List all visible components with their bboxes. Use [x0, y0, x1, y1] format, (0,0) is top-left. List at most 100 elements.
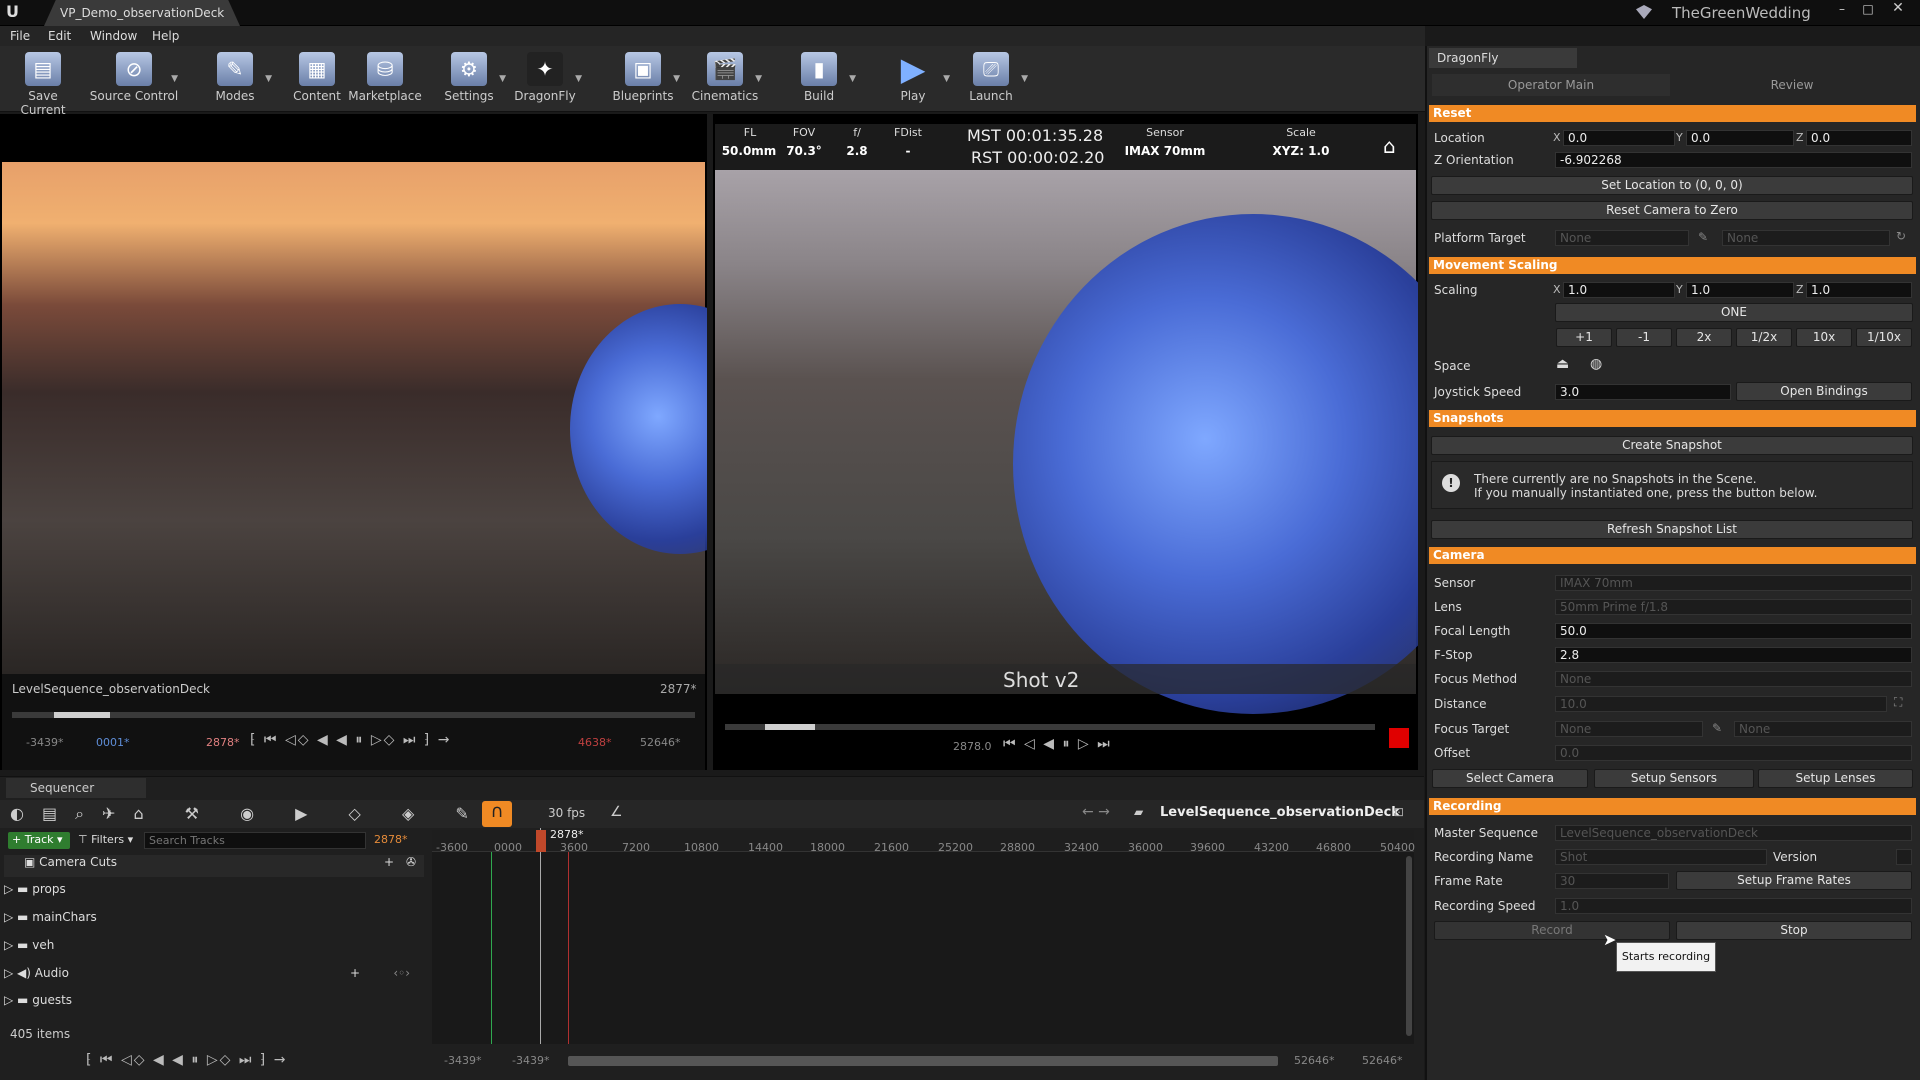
- world-space-icon[interactable]: ◍: [1590, 356, 1602, 372]
- scaling-y-field[interactable]: 1.0: [1686, 282, 1794, 298]
- camera-transport-controls[interactable]: ⏮ ◁ ◀ ⏸ ▷ ⏭: [1003, 736, 1112, 752]
- set-location-button[interactable]: Set Location to (0, 0, 0): [1431, 176, 1913, 195]
- scale-half-button[interactable]: 1/2x: [1736, 328, 1792, 347]
- focus-eyedropper-icon[interactable]: ✎: [1712, 721, 1722, 735]
- playhead-handle[interactable]: [536, 830, 546, 852]
- scale-2x-button[interactable]: 2x: [1676, 328, 1732, 347]
- document-tab[interactable]: VP_Demo_observationDeck: [44, 0, 240, 26]
- blueprints-button[interactable]: ▣ Blueprints ▼: [604, 50, 682, 108]
- dragonfly-button[interactable]: ✦ DragonFly ▼: [506, 50, 584, 108]
- version-field[interactable]: [1896, 849, 1912, 865]
- frame-rate-select[interactable]: 30: [1555, 873, 1669, 889]
- distance-field[interactable]: 10.0: [1555, 696, 1887, 712]
- timeline-area[interactable]: [432, 830, 1414, 1044]
- local-space-icon[interactable]: ⏏: [1556, 356, 1569, 372]
- lock-icon[interactable]: ⊡: [1394, 805, 1404, 819]
- create-snapshot-button[interactable]: Create Snapshot: [1431, 436, 1913, 455]
- menu-edit[interactable]: Edit: [48, 29, 71, 43]
- menu-help[interactable]: Help: [152, 29, 179, 43]
- search-tracks-input[interactable]: [144, 832, 366, 849]
- record-button[interactable]: Record: [1434, 921, 1670, 940]
- track-veh[interactable]: ▷ ▬ veh: [4, 938, 424, 960]
- cinematics-button[interactable]: 🎬 Cinematics ▼: [686, 50, 764, 108]
- track-guests[interactable]: ▷ ▬ guests: [4, 993, 424, 1015]
- range-scrollbar[interactable]: [568, 1056, 1278, 1066]
- settings-button[interactable]: ⚙ Settings ▼: [430, 50, 508, 108]
- transport-controls[interactable]: ⁅ ⏮ ◁◇ ◀ ◀ ⏸ ▷◇ ⏭ ⁆ →: [250, 732, 452, 748]
- filters-button[interactable]: ⊤ Filters ▾: [78, 833, 133, 846]
- lens-select[interactable]: 50mm Prime f/1.8: [1555, 599, 1912, 615]
- camera-viewport[interactable]: FL 50.0mm FOV 70.3° f/ 2.8 FDist - MST 0…: [713, 114, 1418, 770]
- sequencer-transport[interactable]: ⁅ ⏮ ◁◇ ◀ ◀ ⏸ ▷◇ ⏭ ⁆ →: [86, 1052, 288, 1068]
- section-camera[interactable]: Camera: [1429, 547, 1916, 564]
- track-camera-cuts[interactable]: ▣ Camera Cuts + ✇: [4, 855, 424, 877]
- focus-target-select[interactable]: None: [1555, 721, 1703, 737]
- sequence-breadcrumb[interactable]: LevelSequence_observationDeck: [1160, 805, 1400, 820]
- scaling-one-button[interactable]: ONE: [1555, 303, 1913, 322]
- reset-camera-button[interactable]: Reset Camera to Zero: [1431, 201, 1913, 220]
- track-audio[interactable]: ▷ ◀) Audio + ‹◦›: [4, 966, 424, 988]
- camera-scrub-bar[interactable]: [725, 724, 1375, 730]
- offset-field[interactable]: 0.0: [1555, 745, 1912, 761]
- setup-lenses-button[interactable]: Setup Lenses: [1758, 769, 1913, 788]
- maximize-icon[interactable]: □: [1858, 2, 1878, 18]
- menu-window[interactable]: Window: [90, 29, 137, 43]
- menu-file[interactable]: File: [10, 29, 30, 43]
- open-bindings-button[interactable]: Open Bindings: [1736, 382, 1912, 401]
- close-icon[interactable]: ✕: [1886, 0, 1910, 18]
- content-button[interactable]: ▦ Content: [278, 50, 356, 108]
- scaling-x-field[interactable]: 1.0: [1563, 282, 1675, 298]
- eyedropper-icon[interactable]: ✎: [1698, 230, 1708, 244]
- scale-10x-button[interactable]: 10x: [1796, 328, 1852, 347]
- location-x-field[interactable]: 0.0: [1563, 130, 1675, 146]
- z-orientation-field[interactable]: -6.902268: [1555, 152, 1912, 168]
- scrub-bar[interactable]: [12, 712, 695, 718]
- recording-name-field[interactable]: Shot: [1555, 849, 1767, 865]
- section-reset[interactable]: Reset: [1429, 105, 1916, 122]
- play-button[interactable]: ▶ Play ▼: [874, 50, 952, 108]
- minimize-icon[interactable]: –: [1832, 2, 1852, 18]
- scaling-z-field[interactable]: 1.0: [1806, 282, 1912, 298]
- home-icon[interactable]: ⌂: [1383, 134, 1396, 158]
- scale-minus1-button[interactable]: -1: [1616, 328, 1672, 347]
- marketplace-button[interactable]: ⛁ Marketplace: [346, 50, 424, 108]
- add-track-button[interactable]: + Track ▾: [8, 832, 70, 849]
- dragonfly-tab[interactable]: DragonFly: [1429, 48, 1577, 68]
- platform-target-select[interactable]: None: [1555, 230, 1689, 246]
- setup-sensors-button[interactable]: Setup Sensors: [1594, 769, 1754, 788]
- setup-frame-rates-button[interactable]: Setup Frame Rates: [1676, 871, 1912, 890]
- playhead-line[interactable]: [540, 828, 541, 1044]
- fps-select[interactable]: 30 fps: [548, 806, 585, 820]
- nav-back-forward-icon[interactable]: ← →: [1082, 804, 1110, 820]
- scale-plus1-button[interactable]: +1: [1556, 328, 1612, 347]
- section-snapshots[interactable]: Snapshots: [1429, 410, 1916, 427]
- joystick-speed-field[interactable]: 3.0: [1555, 384, 1731, 400]
- track-mainchars[interactable]: ▷ ▬ mainChars: [4, 910, 424, 932]
- fstop-field[interactable]: 2.8: [1555, 647, 1912, 663]
- timeline-scrollbar[interactable]: [1406, 856, 1412, 1036]
- curve-editor-icon[interactable]: ∠: [610, 804, 623, 820]
- tab-operator-main[interactable]: Operator Main: [1432, 74, 1670, 96]
- stop-button[interactable]: Stop: [1676, 921, 1912, 940]
- focal-length-field[interactable]: 50.0: [1555, 623, 1912, 639]
- sensor-select[interactable]: IMAX 70mm: [1555, 575, 1912, 591]
- recording-speed-field[interactable]: 1.0: [1555, 898, 1912, 914]
- expand-icon[interactable]: ⛶: [1894, 695, 1902, 710]
- left-viewport[interactable]: LevelSequence_observationDeck 2877* -343…: [0, 114, 707, 770]
- build-button[interactable]: ▮ Build ▼: [780, 50, 858, 108]
- master-sequence-select[interactable]: LevelSequence_observationDeck: [1555, 825, 1912, 841]
- section-movement-scaling[interactable]: Movement Scaling: [1429, 257, 1916, 274]
- scale-tenth-button[interactable]: 1/10x: [1856, 328, 1912, 347]
- track-props[interactable]: ▷ ▬ props: [4, 882, 424, 904]
- location-z-field[interactable]: 0.0: [1806, 130, 1912, 146]
- launch-button[interactable]: ⎚ Launch ▼: [952, 50, 1030, 108]
- location-y-field[interactable]: 0.0: [1686, 130, 1794, 146]
- sequencer-tab[interactable]: Sequencer: [6, 778, 146, 798]
- focus-target-select-2[interactable]: None: [1734, 721, 1912, 737]
- focus-method-select[interactable]: None: [1555, 671, 1912, 687]
- platform-target-select-2[interactable]: None: [1722, 230, 1890, 246]
- section-recording[interactable]: Recording: [1429, 798, 1916, 815]
- save-current-button[interactable]: ▤ Save Current: [4, 50, 82, 117]
- refresh-snapshot-list-button[interactable]: Refresh Snapshot List: [1431, 520, 1913, 539]
- select-camera-button[interactable]: Select Camera: [1432, 769, 1588, 788]
